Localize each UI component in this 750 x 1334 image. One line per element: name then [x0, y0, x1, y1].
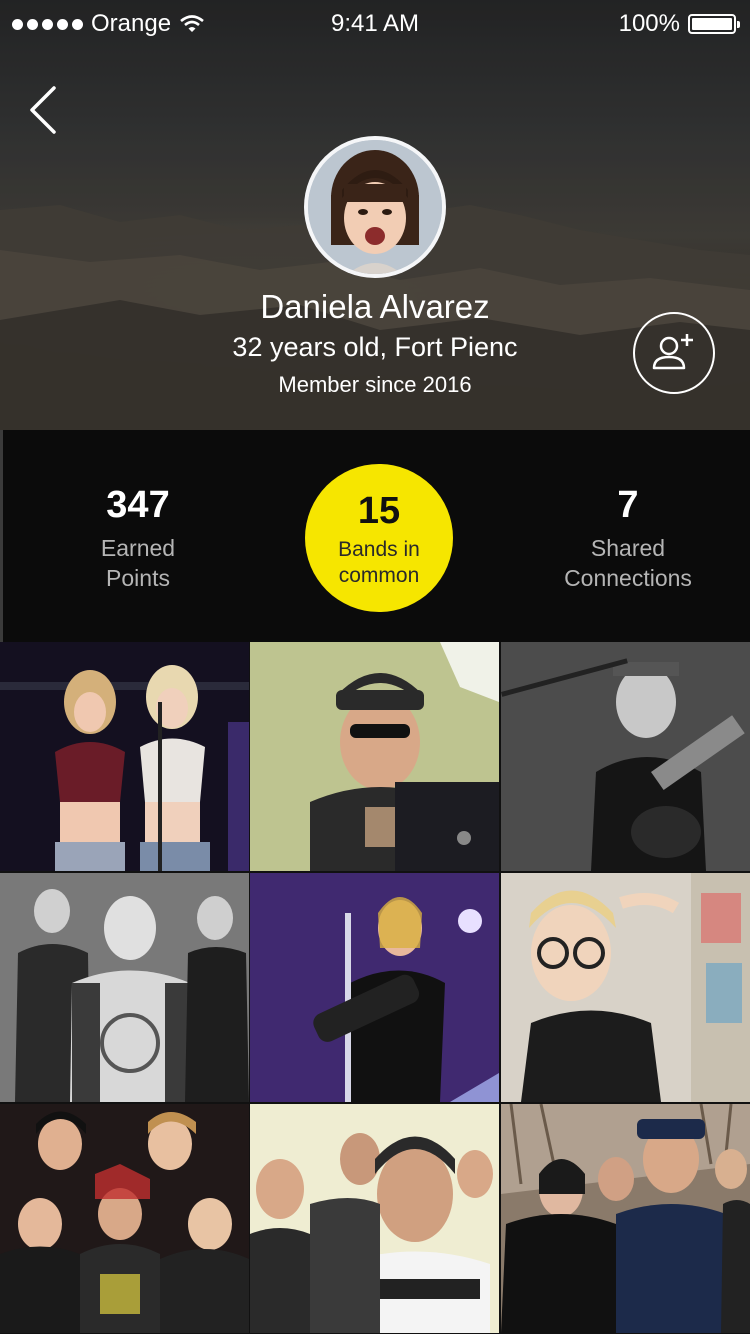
band-photo-2[interactable] [250, 642, 499, 871]
earned-points-label-line1: Earned [100, 535, 176, 561]
band-photo-4[interactable] [0, 873, 249, 1102]
shared-connections-label-line2: Connections [564, 565, 692, 591]
band-photo-9[interactable] [501, 1104, 750, 1333]
shared-connections-stat[interactable]: 7 Shared Connections [543, 484, 713, 593]
shared-connections-label-line1: Shared [590, 535, 666, 561]
chevron-left-icon [30, 86, 56, 134]
shared-connections-value: 7 [617, 484, 639, 526]
back-button[interactable] [22, 82, 66, 138]
band-photo-6[interactable] [501, 873, 750, 1102]
profile-name: Daniela Alvarez [260, 288, 490, 325]
band-photo-1[interactable] [0, 642, 249, 871]
bands-in-common-value: 15 [357, 490, 401, 532]
battery-icon [688, 14, 740, 34]
bands-in-common-label-line2: common [338, 564, 420, 587]
add-user-icon [652, 334, 693, 370]
member-since: Member since 2016 [278, 372, 472, 397]
status-bar: Orange 9:41 AM 100% [0, 0, 750, 50]
bands-in-common-stat[interactable]: 15 Bands in common [305, 464, 453, 612]
band-photo-grid [0, 642, 750, 1334]
earned-points-stat[interactable]: 347 Earned Points [58, 484, 218, 593]
band-photo-8[interactable] [250, 1104, 499, 1333]
band-photo-3[interactable] [501, 642, 750, 871]
band-photo-5[interactable] [250, 873, 499, 1102]
battery-percentage: 100% [618, 10, 680, 37]
add-friend-button[interactable] [633, 312, 715, 394]
band-photo-7[interactable] [0, 1104, 249, 1333]
earned-points-value: 347 [106, 484, 170, 526]
avatar [304, 136, 446, 278]
earned-points-label-line2: Points [106, 565, 170, 591]
bands-in-common-label-line1: Bands in [338, 538, 420, 561]
stats-panel: 347 Earned Points 15 Bands in common 7 S… [0, 430, 750, 642]
